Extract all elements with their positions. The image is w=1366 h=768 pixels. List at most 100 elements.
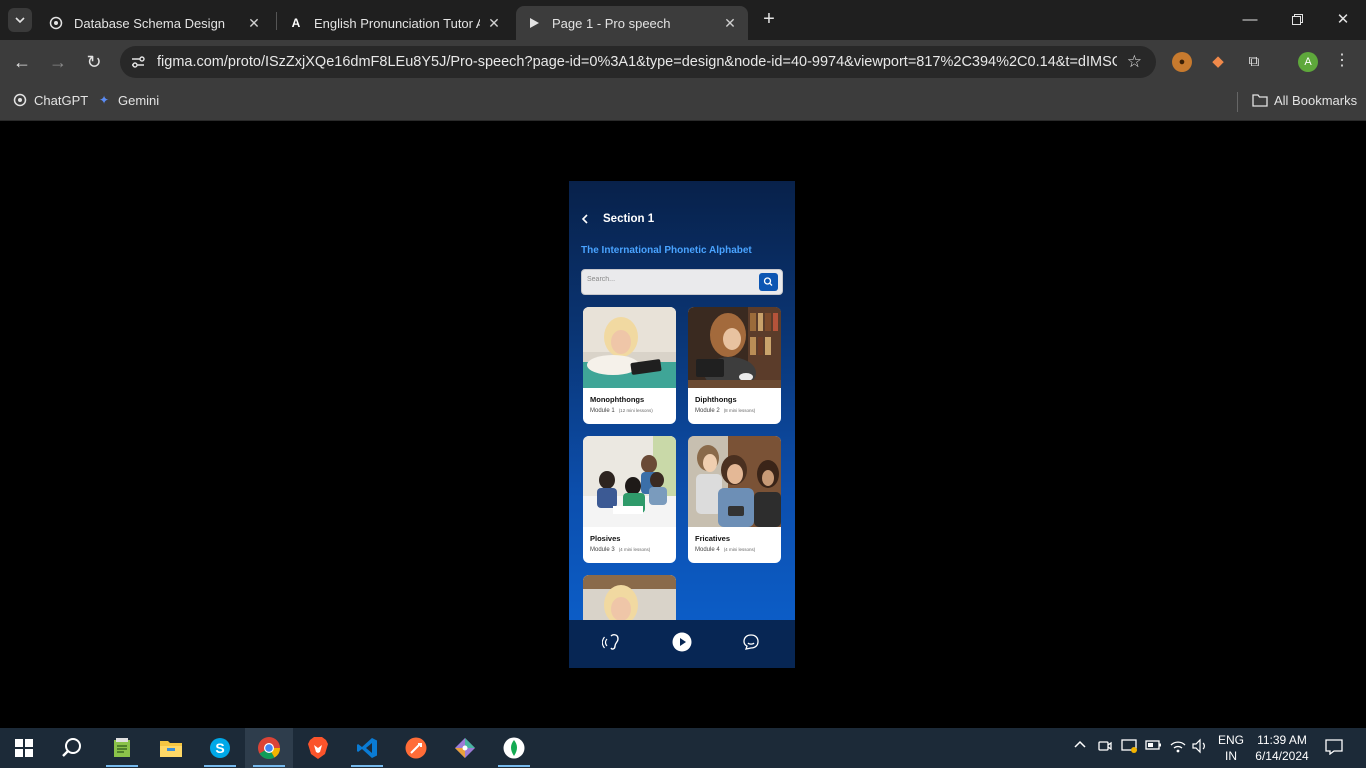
play-icon[interactable] <box>671 631 693 653</box>
new-tab-button[interactable]: + <box>758 9 780 31</box>
extension-icon[interactable]: ◆ <box>1208 52 1228 72</box>
module-name: Plosives <box>590 534 621 543</box>
taskbar-search[interactable] <box>48 728 96 768</box>
skype-icon: S <box>210 738 230 758</box>
windows-taskbar: S ENG IN 11:39 AM 6/14/2024 <box>0 728 1366 768</box>
module-meta: Module 1 (12 mini lessons) <box>590 408 653 414</box>
search-bar <box>581 269 783 295</box>
module-photo <box>688 436 781 527</box>
tray-overflow-chevron-icon[interactable] <box>1073 738 1087 755</box>
module-card-diphthongs[interactable]: Diphthongs Module 2 (8 mini lessons) <box>688 307 781 424</box>
bookmark-star-icon[interactable]: ☆ <box>1127 52 1142 72</box>
more-menu-icon[interactable]: ⋮ <box>1334 50 1350 70</box>
svg-text:S: S <box>215 740 224 756</box>
chrome-icon <box>258 737 280 759</box>
search-icon <box>763 277 773 286</box>
wifi-icon[interactable] <box>1169 738 1187 757</box>
taskbar-mongodb[interactable] <box>490 728 538 768</box>
restore-icon[interactable] <box>1285 8 1309 32</box>
taskbar-skype[interactable]: S <box>196 728 244 768</box>
battery-icon[interactable] <box>1145 738 1163 755</box>
back-arrow-icon[interactable]: ← <box>10 50 34 74</box>
taskbar-postman[interactable] <box>392 728 440 768</box>
module-meta: Module 2 (8 mini lessons) <box>695 408 755 414</box>
tab-english-tutor[interactable]: A English Pronunciation Tutor App ✕ <box>278 6 512 40</box>
taskbar-git[interactable] <box>441 728 489 768</box>
module-lessons: (12 mini lessons) <box>618 408 653 413</box>
window-close-icon[interactable]: ✕ <box>1331 8 1355 32</box>
postman-icon <box>405 737 427 759</box>
cookie-extension-icon[interactable]: ● <box>1172 52 1192 72</box>
bookmark-label: ChatGPT <box>34 92 89 108</box>
security-icon[interactable] <box>1121 738 1139 757</box>
meet-now-icon[interactable] <box>1097 738 1113 757</box>
tab-separator <box>276 12 277 30</box>
search-icon <box>62 738 81 757</box>
taskbar-notepad[interactable] <box>98 728 146 768</box>
profile-avatar[interactable]: A <box>1298 52 1318 72</box>
module-card-monophthongs[interactable]: Monophthongs Module 1 (12 mini lessons) <box>583 307 676 424</box>
tab-title: Page 1 - Pro speech <box>552 15 671 31</box>
running-indicator <box>106 765 138 767</box>
module-photo <box>688 307 781 388</box>
back-chevron-icon[interactable] <box>581 211 593 227</box>
taskbar-brave[interactable] <box>294 728 342 768</box>
taskbar-chrome[interactable] <box>245 728 293 768</box>
app-header: Section 1 <box>581 211 654 227</box>
volume-icon[interactable] <box>1191 738 1209 757</box>
module-photo <box>583 307 676 388</box>
running-indicator <box>253 765 285 767</box>
module-number: Module 1 <box>590 408 615 414</box>
anthropic-icon: A <box>291 16 301 30</box>
notifications-icon[interactable] <box>1325 739 1343 758</box>
language-indicator[interactable]: ENG IN <box>1214 732 1248 764</box>
section-title: Section 1 <box>603 213 655 225</box>
browser-tab-strip: Database Schema Design ✕ A English Pronu… <box>0 0 1366 40</box>
module-card-fricatives[interactable]: Fricatives Module 4 (4 mini lessons) <box>688 436 781 563</box>
start-button[interactable] <box>0 728 48 768</box>
git-icon <box>455 738 475 758</box>
clock-time: 11:39 AM <box>1257 733 1307 747</box>
bookmarks-divider <box>1237 92 1238 112</box>
site-info-icon[interactable] <box>130 54 146 70</box>
bookmark-gemini[interactable]: ✦ Gemini <box>96 92 159 108</box>
search-button[interactable] <box>759 273 778 291</box>
reload-icon[interactable]: ↻ <box>82 50 106 74</box>
folder-icon <box>160 741 182 757</box>
bookmark-chatgpt[interactable]: ChatGPT <box>12 92 88 108</box>
taskbar-file-explorer[interactable] <box>147 728 195 768</box>
close-icon[interactable]: ✕ <box>246 15 262 32</box>
minimize-icon[interactable]: — <box>1238 8 1262 32</box>
module-name: Monophthongs <box>590 395 645 404</box>
address-bar[interactable]: figma.com/proto/ISzZxjXQe16dmF8LEu8Y5J/P… <box>120 46 1156 78</box>
chat-icon[interactable] <box>740 631 762 653</box>
close-icon[interactable]: ✕ <box>722 15 738 32</box>
running-indicator <box>204 765 236 767</box>
running-indicator <box>351 765 383 767</box>
module-card-plosives[interactable]: Plosives Module 3 (4 mini lessons) <box>583 436 676 563</box>
tab-title: English Pronunciation Tutor App <box>314 15 480 31</box>
page-subtitle: The International Phonetic Alphabet <box>581 245 752 256</box>
close-icon[interactable]: ✕ <box>486 15 502 32</box>
listen-icon[interactable] <box>601 631 623 653</box>
search-input[interactable] <box>587 276 747 283</box>
tab-search-button[interactable] <box>8 8 32 32</box>
windows-logo-icon <box>15 739 33 757</box>
url-text: figma.com/proto/ISzZxjXQe16dmF8LEu8Y5J/P… <box>157 54 1117 70</box>
bookmarks-bar: ChatGPT ✦ Gemini All Bookmarks <box>0 84 1366 121</box>
tab-pro-speech[interactable]: Page 1 - Pro speech ✕ <box>516 6 748 40</box>
all-bookmarks[interactable]: All Bookmarks <box>1252 92 1357 108</box>
gemini-icon: ✦ <box>98 93 110 107</box>
clock[interactable]: 11:39 AM 6/14/2024 <box>1250 732 1314 764</box>
language-code: ENG <box>1217 733 1244 747</box>
forward-arrow-icon[interactable]: → <box>46 50 70 74</box>
figma-play-icon <box>526 15 542 31</box>
tab-database-schema[interactable]: Database Schema Design ✕ <box>38 6 272 40</box>
browser-toolbar: ← → ↻ figma.com/proto/ISzZxjXQe16dmF8LEu… <box>0 40 1366 84</box>
module-number: Module 2 <box>695 408 720 414</box>
extensions-puzzle-icon[interactable]: ⧉ <box>1244 52 1264 72</box>
figma-prototype-stage: Section 1 The International Phonetic Alp… <box>0 121 1366 728</box>
module-number: Module 4 <box>695 547 720 553</box>
taskbar-vscode[interactable] <box>343 728 391 768</box>
bookmark-label: Gemini <box>118 92 160 108</box>
